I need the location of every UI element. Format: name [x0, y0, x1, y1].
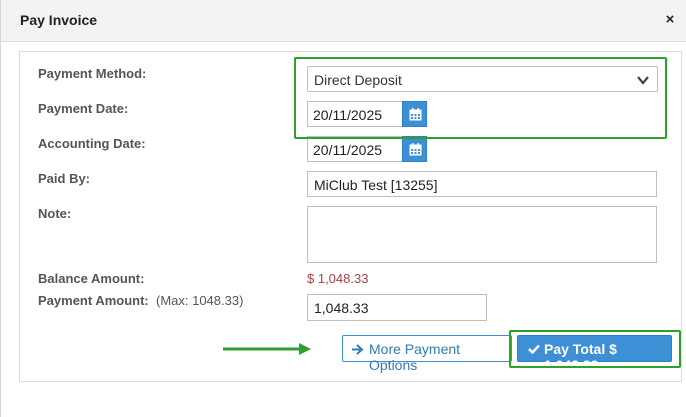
dialog-title: Pay Invoice [20, 12, 98, 28]
more-payment-options-label: More Payment Options [369, 341, 461, 373]
accounting-date-label: Accounting Date: [38, 136, 146, 151]
balance-amount-label: Balance Amount: [38, 271, 145, 286]
pay-total-button[interactable]: Pay Total $ 1,048.33 [517, 335, 672, 373]
arrow-right-icon [352, 344, 364, 355]
note-label: Note: [38, 206, 72, 221]
more-payment-options-button[interactable]: More Payment Options [342, 335, 512, 373]
dialog-header: Pay Invoice × [1, 0, 686, 42]
payment-amount-value: 1,048.33 [314, 300, 369, 316]
payment-amount-label-text: Payment Amount: [38, 293, 149, 308]
payment-method-label: Payment Method: [38, 66, 147, 81]
balance-amount-value: $ 1,048.33 [307, 271, 369, 286]
payment-date-label: Payment Date: [38, 101, 129, 116]
pay-total-label: Pay Total $ 1,048.33 [544, 341, 617, 373]
close-icon[interactable]: × [662, 11, 678, 29]
pay-invoice-dialog: Pay Invoice × Payment Method: Payment Da… [0, 0, 686, 417]
paid-by-input[interactable]: MiClub Test [13255] [307, 171, 657, 197]
check-icon [528, 344, 540, 354]
calendar-icon [409, 108, 422, 121]
payment-date-value: 20/11/2025 [313, 107, 383, 123]
calendar-icon [409, 143, 422, 156]
payment-method-value: Direct Deposit [314, 72, 402, 88]
note-textarea[interactable] [307, 206, 657, 263]
paid-by-value: MiClub Test [13255] [314, 177, 438, 193]
accounting-date-calendar-button[interactable] [402, 136, 427, 162]
accounting-date-input[interactable]: 20/11/2025 [307, 136, 403, 162]
payment-date-calendar-button[interactable] [402, 101, 427, 127]
chevron-down-icon [637, 76, 649, 85]
paid-by-label: Paid By: [38, 171, 91, 186]
arrow-right-icon [223, 343, 311, 355]
payment-amount-label: Payment Amount: (Max: 1048.33) [38, 293, 243, 308]
max-amount-note: (Max: 1048.33) [155, 293, 244, 308]
payment-date-input[interactable]: 20/11/2025 [307, 101, 403, 127]
payment-method-select[interactable]: Direct Deposit [307, 66, 658, 92]
payment-amount-input[interactable]: 1,048.33 [307, 294, 487, 321]
accounting-date-value: 20/11/2025 [313, 142, 383, 158]
